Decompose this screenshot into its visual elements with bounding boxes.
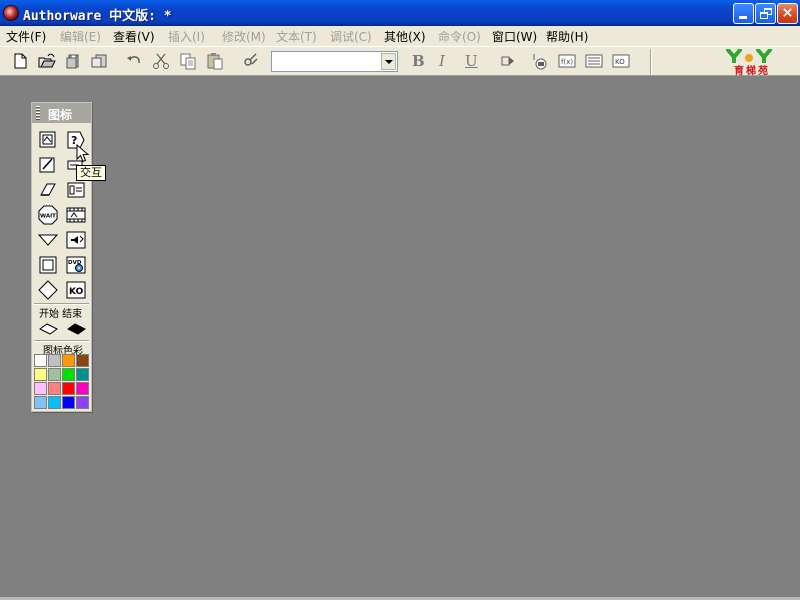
flags-label: 开始 结束 [39,309,83,320]
restore-button[interactable] [755,3,776,24]
font-select-dropdown-button[interactable] [381,53,396,70]
menu-debug[interactable]: 调试(C) [330,28,372,45]
new-file-icon[interactable] [11,52,29,70]
menu-text[interactable]: 文本(T) [276,28,317,45]
color-swatch[interactable] [76,354,89,367]
minimize-icon [739,16,747,19]
color-swatch[interactable] [34,396,47,409]
color-swatch[interactable] [34,354,47,367]
import-icon[interactable] [90,52,108,70]
color-swatch[interactable] [62,354,75,367]
find-icon[interactable] [241,52,259,70]
display-icon[interactable] [38,130,58,150]
color-swatch[interactable] [62,368,75,381]
framework-icon[interactable] [66,180,86,200]
paste-icon[interactable] [206,52,224,70]
start-flag-icon[interactable] [38,319,58,339]
variable-window-icon[interactable] [585,52,603,70]
menu-file[interactable]: 文件(F) [6,28,46,45]
color-swatch[interactable] [48,396,61,409]
knowledge-object-icon[interactable]: KO [612,52,630,70]
function-window-icon[interactable]: f(x) [558,52,576,70]
toolbar-separator [650,49,652,75]
color-swatch[interactable] [34,382,47,395]
window-title: Authorware 中文版: * [23,9,172,24]
calculation-icon[interactable] [38,155,58,175]
bold-button[interactable]: B [412,52,425,70]
motion-icon[interactable] [38,255,58,275]
menu-help[interactable]: 帮助(H) [546,28,588,45]
run-icon[interactable] [499,52,517,70]
wait-icon[interactable]: WAIT [38,205,58,225]
close-icon: × [781,5,794,21]
menu-bar: 文件(F) 编辑(E) 查看(V) 插入(I) 修改(M) 文本(T) 调试(C… [0,26,800,46]
logo-text: 育梯苑 [734,66,770,77]
control-panel-icon[interactable] [530,52,548,70]
dvd-video-icon[interactable]: DVD [66,255,86,275]
color-swatch[interactable] [48,382,61,395]
open-file-icon[interactable] [38,52,56,70]
sound-icon[interactable] [66,230,86,250]
close-button[interactable]: × [777,3,798,24]
grip-icon[interactable] [36,106,40,120]
font-select[interactable] [271,51,398,72]
cut-icon[interactable] [152,52,170,70]
minimize-button[interactable] [733,3,754,24]
menu-window[interactable]: 窗口(W) [492,28,537,45]
save-all-icon[interactable] [64,52,82,70]
color-swatch[interactable] [62,382,75,395]
title-bar[interactable]: Authorware 中文版: * × [0,0,800,26]
app-icon[interactable] [3,5,19,21]
menu-view[interactable]: 查看(V) [113,28,155,45]
menu-edit[interactable]: 编辑(E) [60,28,101,45]
undo-icon[interactable] [125,52,143,70]
color-swatch[interactable] [76,368,89,381]
color-swatch[interactable] [48,368,61,381]
color-swatch[interactable] [62,396,75,409]
menu-command[interactable]: 命令(O) [438,28,481,45]
underline-button[interactable]: U [465,52,478,70]
color-swatch[interactable] [76,382,89,395]
map-group-icon[interactable] [38,280,58,300]
knowledge-object-icon[interactable]: KO [66,280,86,300]
menu-modify[interactable]: 修改(M) [222,28,266,45]
restore-icon-front [760,12,768,19]
mouse-pointer-icon [76,143,90,164]
color-swatch[interactable] [76,396,89,409]
copy-icon[interactable] [179,52,197,70]
toolbar: B I U f(x) KO 育梯苑 [0,46,800,77]
menu-insert[interactable]: 插入(I) [168,28,205,45]
erase-icon[interactable] [38,180,58,200]
wait-label: WAIT [40,214,56,220]
stop-flag-icon[interactable] [66,319,86,339]
italic-button[interactable]: I [439,52,445,70]
palette-title: 图标 [48,108,73,122]
menu-other[interactable]: 其他(X) [384,28,426,45]
ko-label: KO [69,287,84,297]
palette-title-bar[interactable]: 图标 [32,103,91,123]
svg-text:KO: KO [615,58,625,66]
logo: 育梯苑 [722,48,782,77]
color-swatch[interactable] [48,354,61,367]
color-swatch[interactable] [34,368,47,381]
chevron-down-icon [385,60,393,64]
svg-text:f(x): f(x) [561,58,573,66]
movie-icon[interactable] [66,205,86,225]
tooltip: 交互 [76,165,106,181]
decision-icon[interactable] [38,230,58,250]
